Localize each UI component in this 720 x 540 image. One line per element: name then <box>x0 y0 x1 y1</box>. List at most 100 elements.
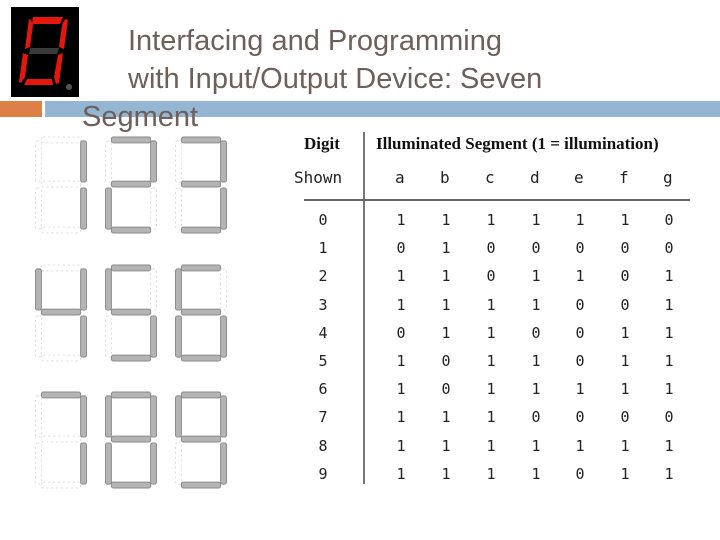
seven-segment-digit-icon <box>35 264 87 362</box>
segment-e <box>35 442 42 485</box>
cell-d: 1 <box>531 211 541 229</box>
cell-e: 1 <box>575 436 585 455</box>
logo-segment-c <box>54 53 63 84</box>
digit-image-4 <box>30 263 92 363</box>
table-vertical-divider <box>363 132 365 484</box>
cell-a: 1 <box>396 295 406 314</box>
cell-f: 1 <box>620 211 630 229</box>
digit-image-8 <box>100 390 162 490</box>
segment-f <box>175 395 182 438</box>
cell-g: 1 <box>664 352 674 370</box>
cell-c: 1 <box>486 352 496 370</box>
cell-b: 1 <box>441 408 451 427</box>
segment-a <box>40 264 82 272</box>
segment-b <box>220 395 227 438</box>
seven-segment-digit-grid <box>30 135 230 495</box>
seven-segment-digit-icon <box>35 136 87 234</box>
cell-b: 1 <box>441 464 451 483</box>
cell-d: 1 <box>531 267 541 286</box>
logo-segment-e <box>19 53 28 83</box>
digit-image-6 <box>170 263 232 363</box>
segment-g <box>110 308 152 316</box>
cell-d: 0 <box>531 408 541 427</box>
digit-image-7 <box>30 390 92 490</box>
cell-f: 0 <box>620 295 630 314</box>
segment-f <box>35 140 42 183</box>
segment-c <box>80 187 87 230</box>
row-digit-label: 7 <box>318 408 328 427</box>
segment-a <box>110 264 152 272</box>
seven-segment-digit-icon <box>35 391 87 489</box>
segment-b <box>150 268 157 311</box>
segment-c <box>220 442 227 485</box>
segment-f <box>35 395 42 438</box>
segment-b <box>220 140 227 183</box>
cell-b: 0 <box>441 380 451 399</box>
segment-g <box>110 435 152 443</box>
segment-d <box>180 226 222 234</box>
row-digit-label: 4 <box>318 323 328 342</box>
cell-e: 0 <box>575 408 585 427</box>
segment-a <box>40 391 82 399</box>
cell-c: 1 <box>486 464 496 483</box>
cell-d: 0 <box>531 239 541 258</box>
accent-bar-orange <box>0 101 42 117</box>
seven-segment-digit-icon <box>105 136 157 234</box>
segment-f <box>105 395 112 438</box>
cell-f: 1 <box>620 464 630 483</box>
cell-c: 1 <box>486 323 496 342</box>
segment-a <box>110 391 152 399</box>
segment-a <box>180 136 222 144</box>
cell-a: 1 <box>396 267 406 286</box>
segment-g <box>180 308 222 316</box>
segment-g <box>110 180 152 188</box>
seven-segment-digit-icon <box>175 391 227 489</box>
seven-segment-logo <box>11 7 79 97</box>
logo-segment-a <box>32 17 63 24</box>
segment-f <box>35 268 42 311</box>
segment-c <box>220 315 227 358</box>
segment-c <box>220 187 227 230</box>
segment-d <box>40 481 82 489</box>
cell-f: 0 <box>620 239 630 258</box>
cell-d: 1 <box>531 352 541 370</box>
segment-e <box>105 315 112 358</box>
column-header-f: f <box>619 168 629 187</box>
cell-c: 1 <box>486 436 496 455</box>
segment-f <box>175 268 182 311</box>
cell-b: 1 <box>441 239 451 258</box>
segment-b <box>150 140 157 183</box>
cell-a: 0 <box>396 239 406 258</box>
cell-e: 0 <box>575 323 585 342</box>
digit-image-2 <box>100 135 162 235</box>
segment-e <box>35 187 42 230</box>
seven-segment-digit-icon <box>175 264 227 362</box>
seven-segment-digit-icon <box>105 391 157 489</box>
digit-image-1 <box>30 135 92 235</box>
segment-d <box>110 226 152 234</box>
cell-f: 1 <box>620 352 630 370</box>
column-header-c: c <box>485 168 495 187</box>
decimal-point <box>66 84 72 90</box>
header-illuminated-segment: Illuminated Segment (1 = illumination) <box>376 134 659 153</box>
segment-d <box>40 226 82 234</box>
segment-g <box>180 180 222 188</box>
segment-b <box>150 395 157 438</box>
column-header-d: d <box>530 168 540 187</box>
segment-f <box>175 140 182 183</box>
cell-c: 0 <box>486 267 496 286</box>
segment-b <box>80 395 87 438</box>
column-header-b: b <box>440 168 450 187</box>
column-header-a: a <box>395 168 405 187</box>
slide-title-line-3: Segment <box>82 101 199 133</box>
segment-e <box>35 315 42 358</box>
logo-segment-b <box>59 19 68 49</box>
cell-a: 1 <box>396 464 406 483</box>
segment-f <box>105 268 112 311</box>
cell-f: 0 <box>620 267 630 286</box>
logo-segment-f <box>25 19 33 49</box>
row-digit-label: 6 <box>318 380 328 399</box>
cell-b: 1 <box>441 211 451 229</box>
cell-f: 1 <box>620 436 630 455</box>
cell-d: 0 <box>531 323 541 342</box>
